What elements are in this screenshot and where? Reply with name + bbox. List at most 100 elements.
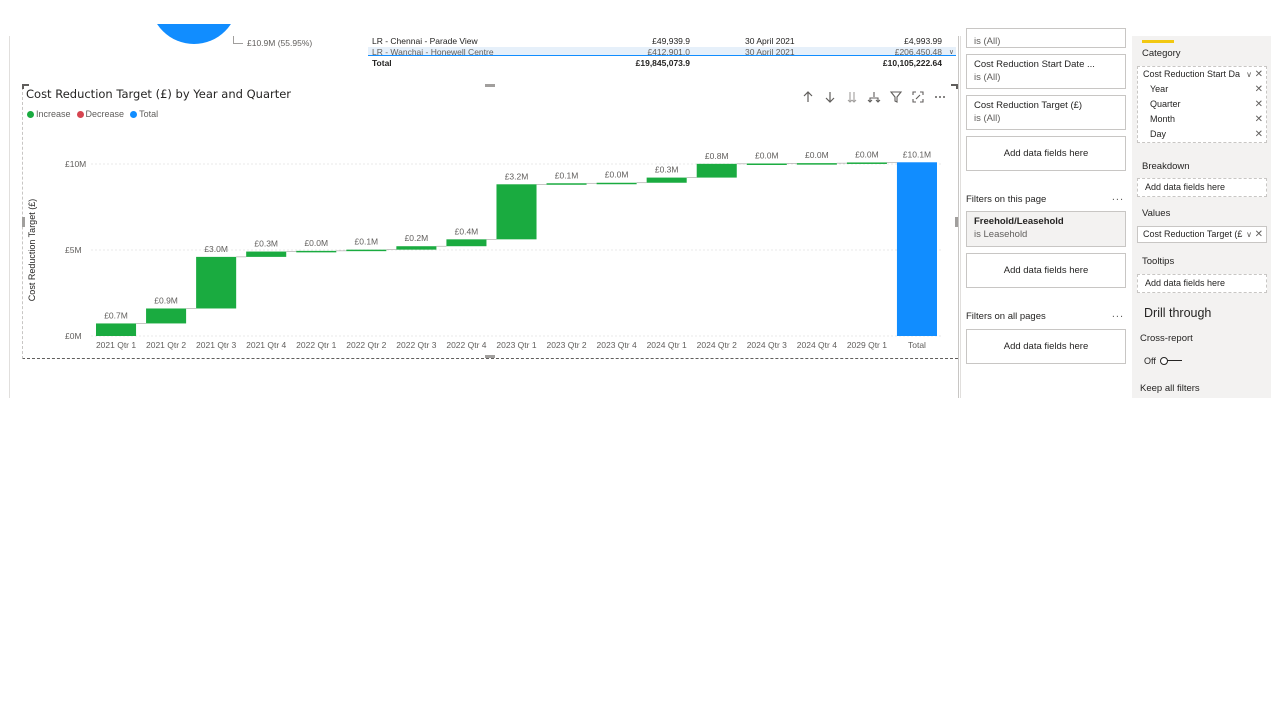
remove-field-icon[interactable]: ✕ [1254,67,1263,82]
scroll-down-icon[interactable]: ∨ [949,47,954,55]
focus-mode-icon[interactable] [910,89,926,105]
breakdown-well[interactable]: Add data fields here [1137,178,1267,197]
waterfall-bar[interactable] [146,308,187,324]
table-cell: LR - Wanchai - Honewell Centre [372,47,494,55]
data-label: £0.9M [154,295,178,305]
expand-hierarchy-icon[interactable] [866,89,882,105]
waterfall-bar[interactable] [546,183,587,185]
data-label: £0.2M [405,233,429,243]
drill-up-icon[interactable] [800,89,816,105]
data-label: £0.0M [805,150,829,160]
waterfall-bar[interactable] [96,323,137,336]
donut-slice[interactable] [150,24,238,44]
data-label: £0.3M [655,165,679,175]
legend-item[interactable]: Decrease [76,109,124,119]
remove-field-icon[interactable]: ✕ [1254,97,1263,112]
filter-card[interactable]: is (All) [966,28,1126,48]
category-field[interactable]: Cost Reduction Start Da ∨ ✕ [1138,67,1266,82]
field-name: Year [1150,84,1169,94]
resize-handle[interactable] [485,84,495,87]
expand-next-level-icon[interactable] [844,89,860,105]
resize-handle[interactable] [951,84,958,89]
chevron-down-icon[interactable]: ∨ [1244,227,1252,242]
x-tick-label: 2021 Qtr 1 [96,340,136,350]
table-cell: 30 April 2021 [745,47,795,55]
donut-data-label: £10.9M (55.95%) [247,38,313,48]
values-well[interactable]: Cost Reduction Target (£ ∨ ✕ [1137,226,1267,243]
more-options-icon[interactable]: ... [1112,308,1124,320]
waterfall-bar[interactable] [746,163,787,165]
x-tick-label: 2021 Qtr 4 [246,340,286,350]
waterfall-bar[interactable] [846,162,887,164]
drill-through-title: Drill through [1144,306,1212,320]
x-tick-label: 2029 Qtr 1 [847,340,887,350]
waterfall-bar[interactable] [696,163,737,178]
remove-field-icon[interactable]: ✕ [1254,227,1263,242]
hierarchy-level[interactable]: Day ✕ [1138,127,1266,142]
add-page-filter-dropzone[interactable]: Add data fields here [966,253,1126,288]
legend-item[interactable]: Total [130,109,158,119]
donut-chart-fragment[interactable] [150,24,238,44]
filter-card[interactable]: Cost Reduction Start Date ... is (All) [966,54,1126,89]
table-cell: £19,845,073.9 [635,58,690,68]
add-visual-filter-dropzone[interactable]: Add data fields here [966,136,1126,171]
add-field-dropzone[interactable]: Add data fields here [1138,179,1266,196]
chart-legend: Increase Decrease Total [27,109,158,119]
toggle-switch[interactable] [1159,356,1182,366]
selected-indicator [1142,40,1174,43]
waterfall-chart[interactable]: £0M £5M £10M Cost Reduction Target (£) £0.7M… [22,140,958,356]
legend-item[interactable]: Increase [27,109,71,119]
data-label: £0.1M [355,237,379,247]
values-well-label: Values [1142,208,1171,219]
waterfall-bar[interactable] [196,256,237,309]
more-options-icon[interactable]: ... [1112,191,1124,203]
drill-down-icon[interactable] [822,89,838,105]
waterfall-bar[interactable] [896,162,937,336]
y-tick-label: £10M [65,159,86,169]
hierarchy-level[interactable]: Month ✕ [1138,112,1266,127]
waterfall-bar[interactable] [396,246,437,250]
breakdown-well-label: Breakdown [1142,161,1190,172]
waterfall-bar[interactable] [596,182,637,185]
data-label: £0.7M [104,310,128,320]
legend-dot [76,110,84,118]
chevron-down-icon[interactable]: ∨ [1244,67,1252,82]
cross-report-toggle[interactable]: Off [1144,356,1182,366]
table-visual[interactable]: LR - Chennai - Parade View £49,939.9 30 … [368,36,956,69]
filter-card[interactable]: Cost Reduction Target (£) is (All) [966,95,1126,130]
waterfall-bar[interactable] [646,177,687,183]
table-total-row: Total £19,845,073.9 £10,105,222.64 [368,55,956,69]
cross-report-label: Cross-report [1140,333,1193,344]
toggle-state: Off [1144,356,1156,366]
table-row[interactable]: LR - Chennai - Parade View £49,939.9 30 … [368,36,956,47]
waterfall-bar[interactable] [296,250,337,253]
hierarchy-level[interactable]: Year ✕ [1138,82,1266,97]
waterfall-bar[interactable] [246,251,287,257]
x-tick-label: 2021 Qtr 2 [146,340,186,350]
legend-label: Total [139,109,159,119]
remove-field-icon[interactable]: ✕ [1254,82,1263,97]
category-well[interactable]: Cost Reduction Start Da ∨ ✕ Year ✕ Quart… [1137,66,1267,143]
hierarchy-level[interactable]: Quarter ✕ [1138,97,1266,112]
waterfall-bar[interactable] [446,239,487,247]
values-field[interactable]: Cost Reduction Target (£ ∨ ✕ [1138,227,1266,242]
filter-icon[interactable] [888,89,904,105]
legend-label: Increase [36,109,71,119]
filter-card-freehold-leasehold[interactable]: Freehold/Leasehold is Leasehold [966,211,1126,247]
x-tick-label: 2022 Qtr 2 [346,340,386,350]
table-row[interactable]: LR - Wanchai - Honewell Centre £412,901.… [368,47,956,55]
waterfall-bar[interactable] [346,249,387,252]
remove-field-icon[interactable]: ✕ [1254,112,1263,127]
filter-state: is (All) [974,36,1001,47]
add-report-filter-dropzone[interactable]: Add data fields here [966,329,1126,364]
more-options-icon[interactable] [932,89,948,105]
remove-field-icon[interactable]: ✕ [1254,127,1263,142]
add-field-dropzone[interactable]: Add data fields here [1138,275,1266,292]
waterfall-bar[interactable] [796,163,837,165]
tooltips-well-label: Tooltips [1142,256,1175,267]
waterfall-bar[interactable] [496,184,537,240]
filter-name: Freehold/Leasehold [974,216,1064,227]
filters-pane: is (All) Cost Reduction Start Date ... i… [960,28,1132,398]
data-label: £0.0M [304,238,328,248]
tooltips-well[interactable]: Add data fields here [1137,274,1267,293]
